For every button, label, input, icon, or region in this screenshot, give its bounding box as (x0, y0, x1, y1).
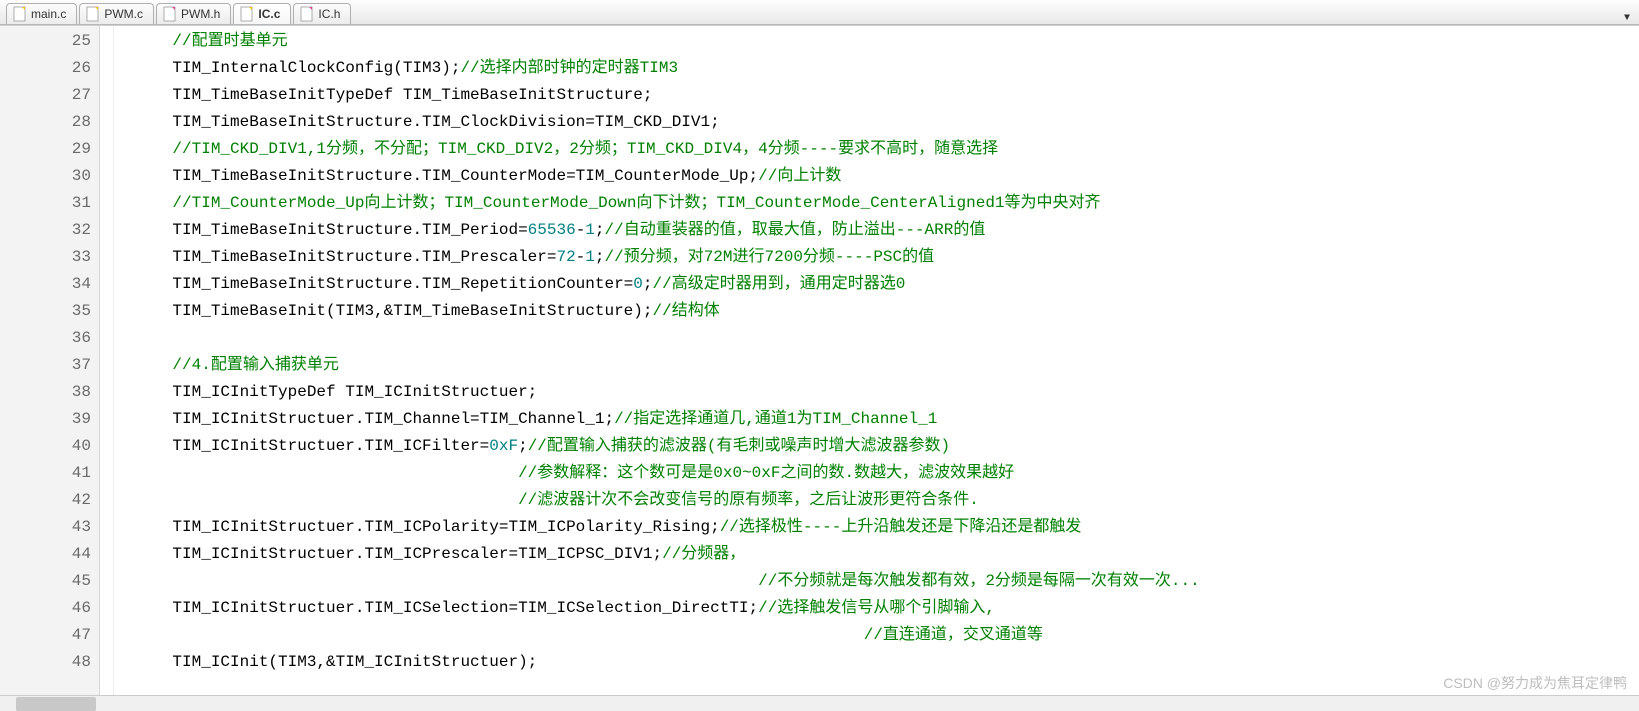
code-line[interactable]: TIM_TimeBaseInitStructure.TIM_ClockDivis… (134, 109, 1639, 136)
tab-ic-c[interactable]: IC.c (233, 3, 291, 24)
code-line[interactable]: TIM_TimeBaseInitStructure.TIM_Repetition… (134, 271, 1639, 298)
line-number: 36 (0, 325, 91, 352)
c-file-icon (86, 6, 100, 22)
code-line[interactable]: TIM_ICInitStructuer.TIM_ICPrescaler=TIM_… (134, 541, 1639, 568)
code-line[interactable]: TIM_TimeBaseInitStructure.TIM_CounterMod… (134, 163, 1639, 190)
line-number: 27 (0, 82, 91, 109)
code-line[interactable]: //滤波器计次不会改变信号的原有频率，之后让波形更符合条件. (134, 487, 1639, 514)
horizontal-scrollbar[interactable] (0, 695, 1639, 711)
tab-label: main.c (31, 7, 66, 21)
code-line[interactable]: TIM_ICInitStructuer.TIM_Channel=TIM_Chan… (134, 406, 1639, 433)
line-number: 25 (0, 28, 91, 55)
c-file-icon (240, 6, 254, 22)
scrollbar-thumb[interactable] (16, 697, 96, 711)
line-number: 40 (0, 433, 91, 460)
line-number: 26 (0, 55, 91, 82)
line-number: 41 (0, 460, 91, 487)
code-line[interactable]: TIM_TimeBaseInitStructure.TIM_Prescaler=… (134, 244, 1639, 271)
line-number: 38 (0, 379, 91, 406)
tab-main-c[interactable]: main.c (6, 3, 77, 24)
code-line[interactable]: TIM_TimeBaseInit(TIM3,&TIM_TimeBaseInitS… (134, 298, 1639, 325)
tab-label: PWM.h (181, 7, 220, 21)
code-area[interactable]: //配置时基单元 TIM_InternalClockConfig(TIM3);/… (114, 26, 1639, 695)
code-line[interactable]: //直连通道，交叉通道等 (134, 622, 1639, 649)
line-number: 28 (0, 109, 91, 136)
line-number: 39 (0, 406, 91, 433)
line-number: 46 (0, 595, 91, 622)
line-number: 47 (0, 622, 91, 649)
line-number: 42 (0, 487, 91, 514)
code-line[interactable]: TIM_ICInitStructuer.TIM_ICFilter=0xF;//配… (134, 433, 1639, 460)
line-number: 31 (0, 190, 91, 217)
tab-bar: main.c PWM.c PWM.h IC.c IC.h ▼ (0, 0, 1639, 25)
code-line[interactable]: //4.配置输入捕获单元 (134, 352, 1639, 379)
code-line[interactable]: TIM_TimeBaseInitTypeDef TIM_TimeBaseInit… (134, 82, 1639, 109)
code-line[interactable]: TIM_ICInit(TIM3,&TIM_ICInitStructuer); (134, 649, 1639, 676)
line-number: 29 (0, 136, 91, 163)
tab-pwm-c[interactable]: PWM.c (79, 3, 154, 24)
line-number-gutter: 2526272829303132333435363738394041424344… (0, 26, 100, 695)
line-number: 32 (0, 217, 91, 244)
editor: 2526272829303132333435363738394041424344… (0, 25, 1639, 695)
line-number: 35 (0, 298, 91, 325)
c-file-icon (13, 6, 27, 22)
tab-pwm-h[interactable]: PWM.h (156, 3, 231, 24)
line-number: 33 (0, 244, 91, 271)
code-line[interactable] (134, 325, 1639, 352)
code-line[interactable]: //参数解释：这个数可是是0x0~0xF之间的数.数越大，滤波效果越好 (134, 460, 1639, 487)
watermark-text: CSDN @努力成为焦耳定律鸭 (1443, 673, 1627, 693)
code-line[interactable]: TIM_ICInitStructuer.TIM_ICSelection=TIM_… (134, 595, 1639, 622)
line-number: 30 (0, 163, 91, 190)
code-line[interactable]: //不分频就是每次触发都有效，2分频是每隔一次有效一次... (134, 568, 1639, 595)
h-file-icon (300, 6, 314, 22)
line-number: 48 (0, 649, 91, 676)
tab-label: IC.h (318, 7, 340, 21)
tab-ic-h[interactable]: IC.h (293, 3, 351, 24)
fold-margin[interactable] (100, 26, 114, 695)
code-line[interactable]: TIM_InternalClockConfig(TIM3);//选择内部时钟的定… (134, 55, 1639, 82)
code-line[interactable]: TIM_TimeBaseInitStructure.TIM_Period=655… (134, 217, 1639, 244)
code-line[interactable]: //TIM_CounterMode_Up向上计数；TIM_CounterMode… (134, 190, 1639, 217)
line-number: 34 (0, 271, 91, 298)
h-file-icon (163, 6, 177, 22)
tab-label: PWM.c (104, 7, 143, 21)
code-line[interactable]: //TIM_CKD_DIV1,1分频，不分配；TIM_CKD_DIV2，2分频；… (134, 136, 1639, 163)
code-line[interactable]: TIM_ICInitStructuer.TIM_ICPolarity=TIM_I… (134, 514, 1639, 541)
line-number: 45 (0, 568, 91, 595)
tab-label: IC.c (258, 7, 280, 21)
line-number: 43 (0, 514, 91, 541)
line-number: 44 (0, 541, 91, 568)
line-number: 37 (0, 352, 91, 379)
code-line[interactable]: TIM_ICInitTypeDef TIM_ICInitStructuer; (134, 379, 1639, 406)
code-line[interactable]: //配置时基单元 (134, 28, 1639, 55)
tab-dropdown-icon[interactable]: ▼ (1621, 13, 1639, 24)
